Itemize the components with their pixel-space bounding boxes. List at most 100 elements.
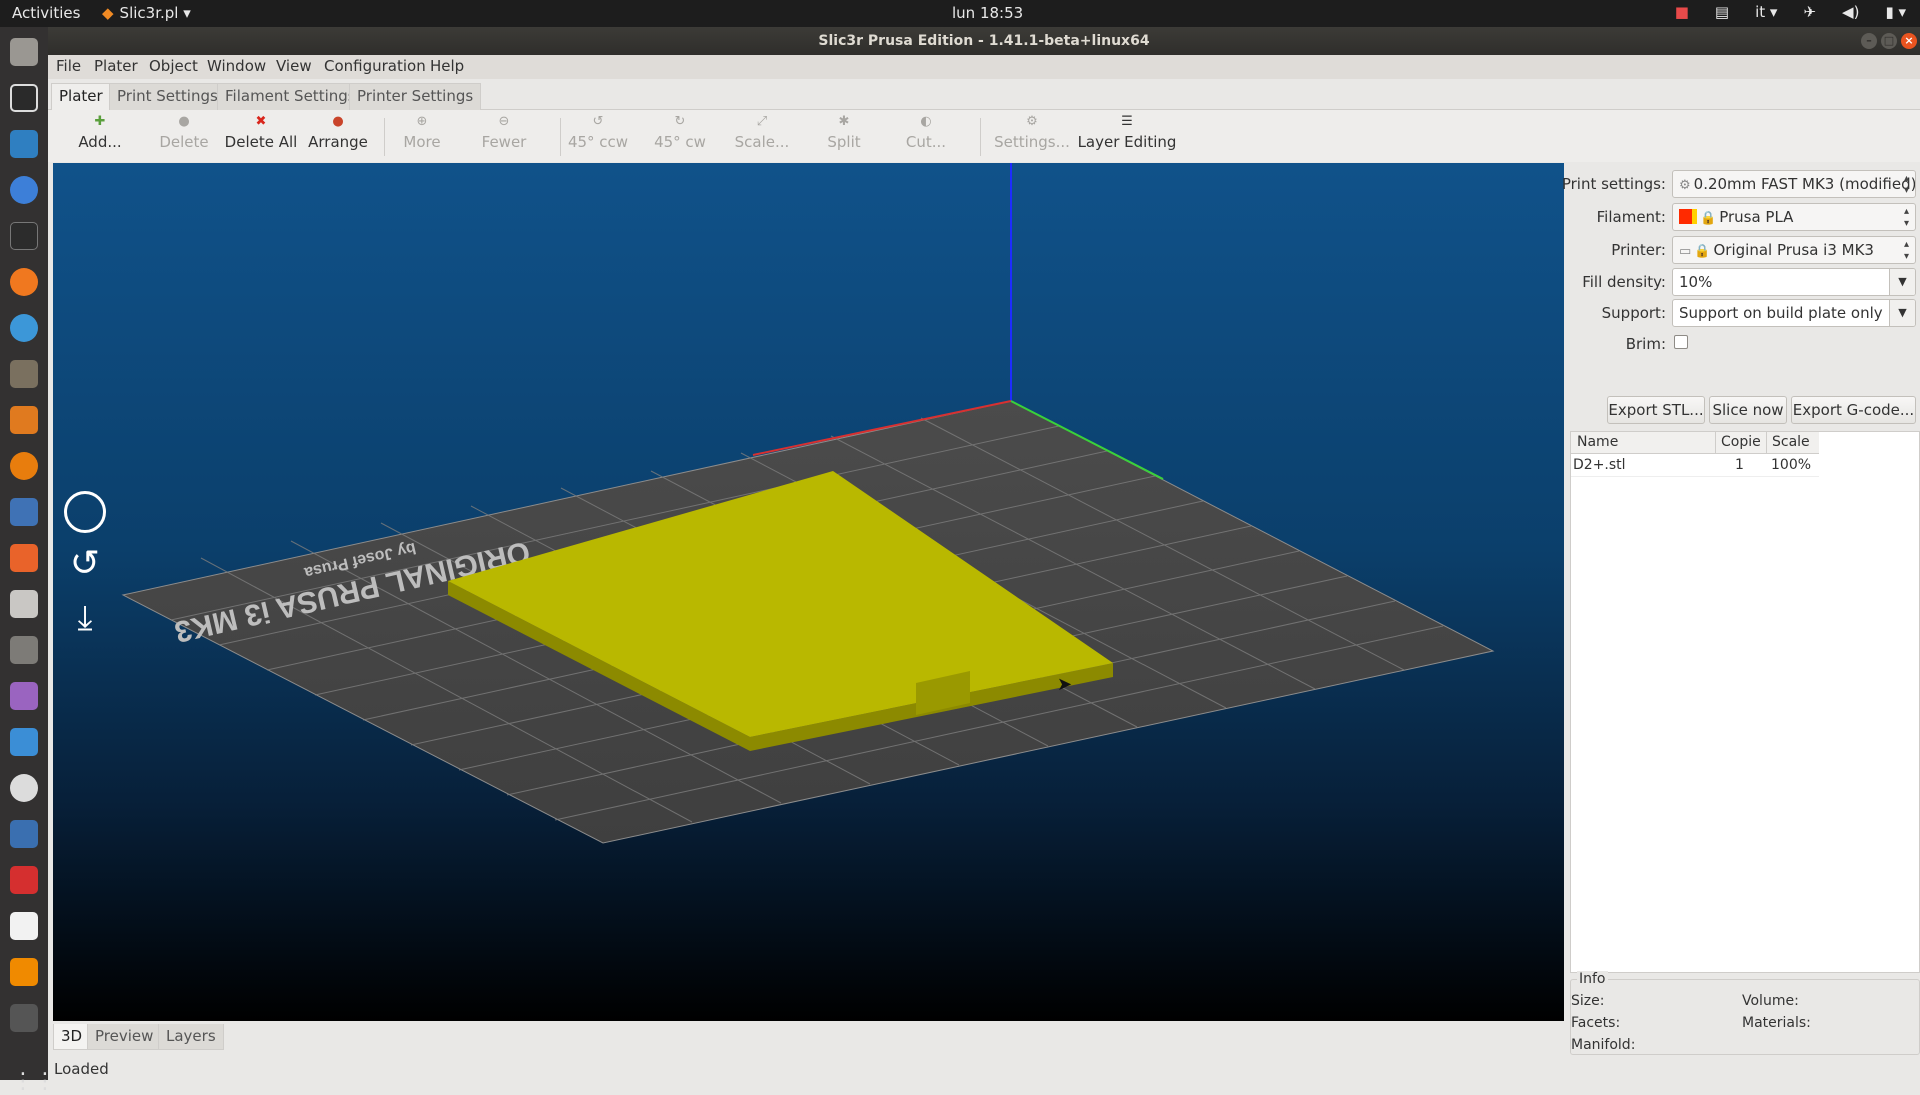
rotate-control-icon[interactable]: ↺ bbox=[66, 545, 104, 583]
fill-density-row: Fill density: 10% ▼ bbox=[1566, 268, 1920, 296]
firefox-icon[interactable] bbox=[10, 268, 38, 296]
text-editor-icon[interactable] bbox=[10, 912, 38, 940]
menu-window[interactable]: Window bbox=[207, 57, 266, 75]
menu-plater[interactable]: Plater bbox=[94, 57, 138, 75]
delete-button[interactable]: ● Delete bbox=[145, 113, 223, 153]
view-tabs: 3D Preview Layers bbox=[48, 1022, 1568, 1052]
spin-arrows-icon: ▴ ▾ bbox=[1903, 173, 1909, 196]
app-menu[interactable]: ◆ Slic3r.pl ▾ bbox=[102, 4, 191, 22]
object-list[interactable]: Name Copie Scale D2+.stl 1 100% bbox=[1570, 431, 1920, 973]
3d-viewport[interactable]: ORIGINAL PRUSA i3 MK3 by Josef Prusa ➤ ↺… bbox=[53, 163, 1564, 1021]
layer-editing-button[interactable]: ☰ Layer Editing bbox=[1071, 113, 1183, 153]
more-button[interactable]: ⊕ More bbox=[383, 113, 461, 153]
cut-button[interactable]: ◐ Cut... bbox=[887, 113, 965, 153]
object-copies: 1 bbox=[1735, 457, 1744, 473]
inkscape-icon[interactable] bbox=[10, 84, 38, 112]
spin-arrows-icon: ▴ ▾ bbox=[1903, 239, 1909, 262]
vlc-icon[interactable] bbox=[10, 958, 38, 986]
support-row: Support: Support on build plate only ▼ bbox=[1566, 299, 1920, 327]
eye-icon[interactable] bbox=[10, 774, 38, 802]
clipboard-icon[interactable]: ▤ bbox=[1715, 3, 1729, 21]
object-list-header: Name Copie Scale bbox=[1571, 432, 1819, 454]
zoom-control-icon[interactable] bbox=[64, 491, 106, 533]
menu-file[interactable]: File bbox=[56, 57, 81, 75]
support-combo[interactable]: Support on build plate only ▼ bbox=[1672, 299, 1916, 327]
writer-icon[interactable] bbox=[10, 130, 38, 158]
draw-icon[interactable] bbox=[10, 406, 38, 434]
column-scale[interactable]: Scale bbox=[1772, 434, 1810, 450]
settings-tool-icon[interactable] bbox=[10, 590, 38, 618]
maximize-icon[interactable]: □ bbox=[1881, 33, 1897, 49]
close-icon[interactable]: × bbox=[1901, 33, 1917, 49]
column-name[interactable]: Name bbox=[1577, 434, 1618, 450]
slic3r-dock-icon[interactable] bbox=[10, 866, 38, 894]
export-stl-button[interactable]: Export STL... bbox=[1607, 396, 1705, 424]
printer-select[interactable]: ▭ 🔒 Original Prusa i3 MK3 ▴ ▾ bbox=[1672, 236, 1916, 264]
terminal-icon[interactable] bbox=[10, 222, 38, 250]
battery-icon[interactable]: ▮ ▾ bbox=[1885, 3, 1906, 21]
table-row[interactable]: D2+.stl 1 100% bbox=[1571, 455, 1819, 477]
minimize-icon[interactable]: – bbox=[1861, 33, 1877, 49]
fill-density-combo[interactable]: 10% ▼ bbox=[1672, 268, 1916, 296]
menu-configuration[interactable]: Configuration bbox=[324, 57, 426, 75]
add-button[interactable]: ✚ Add... bbox=[61, 113, 139, 153]
video-editor-icon[interactable] bbox=[10, 1004, 38, 1032]
airplane-icon[interactable]: ✈ bbox=[1803, 3, 1816, 21]
column-separator bbox=[1766, 432, 1767, 454]
menu-view[interactable]: View bbox=[276, 57, 312, 75]
status-bar: Loaded bbox=[48, 1058, 1920, 1080]
tab-layers[interactable]: Layers bbox=[158, 1024, 224, 1050]
print-settings-select[interactable]: ⚙ 0.20mm FAST MK3 (modified) ▴ ▾ bbox=[1672, 170, 1916, 198]
blender-icon[interactable] bbox=[10, 452, 38, 480]
gimp-icon[interactable] bbox=[10, 360, 38, 388]
impress-icon[interactable] bbox=[10, 498, 38, 526]
chevron-down-icon[interactable]: ▼ bbox=[1889, 300, 1915, 326]
tab-filament-settings[interactable]: Filament Settings bbox=[217, 83, 364, 110]
brim-checkbox[interactable] bbox=[1674, 335, 1688, 349]
editor-icon[interactable] bbox=[10, 314, 38, 342]
lock-icon: 🔒 bbox=[1694, 244, 1711, 259]
app-grid-icon[interactable]: ⋮⋮ bbox=[12, 1071, 56, 1095]
arrange-button[interactable]: ● Arrange bbox=[299, 113, 377, 153]
object-scale: 100% bbox=[1771, 457, 1812, 473]
pan-down-control-icon[interactable]: ⤓ bbox=[66, 597, 104, 639]
tab-3d[interactable]: 3D bbox=[53, 1024, 91, 1050]
virtualbox-icon[interactable] bbox=[10, 820, 38, 848]
export-gcode-button[interactable]: Export G-code... bbox=[1791, 396, 1916, 424]
transfer-icon[interactable] bbox=[10, 728, 38, 756]
volume-icon[interactable]: ◀) bbox=[1842, 3, 1859, 21]
filament-select[interactable]: 🔒 Prusa PLA ▴ ▾ bbox=[1672, 203, 1916, 231]
3d-scene: ORIGINAL PRUSA i3 MK3 by Josef Prusa ➤ bbox=[121, 163, 1495, 844]
delete-all-button[interactable]: ✖ Delete All bbox=[217, 113, 305, 153]
column-copies[interactable]: Copie bbox=[1721, 434, 1761, 450]
tab-printer-settings[interactable]: Printer Settings bbox=[349, 83, 482, 110]
filament-color-swatch-secondary bbox=[1692, 209, 1697, 224]
screen-record-icon[interactable]: ■ bbox=[1675, 3, 1689, 21]
menu-help[interactable]: Help bbox=[430, 57, 464, 75]
scale-button[interactable]: ⤢ Scale... bbox=[723, 113, 801, 153]
rotate-cw-button[interactable]: ↻ 45° cw bbox=[641, 113, 719, 153]
tab-preview[interactable]: Preview bbox=[87, 1024, 162, 1050]
tab-print-settings[interactable]: Print Settings bbox=[109, 83, 226, 110]
activities-button[interactable]: Activities bbox=[12, 4, 80, 22]
software-center-icon[interactable] bbox=[10, 544, 38, 572]
fewer-button[interactable]: ⊖ Fewer bbox=[465, 113, 543, 153]
support-label: Support: bbox=[1601, 304, 1666, 322]
printer-icon: ▭ bbox=[1679, 244, 1692, 259]
info-box: Info Size: Volume: Facets: Materials: Ma… bbox=[1570, 971, 1920, 1055]
slice-now-button[interactable]: Slice now bbox=[1709, 396, 1787, 424]
tab-plater[interactable]: Plater bbox=[51, 83, 111, 111]
chromium-icon[interactable] bbox=[10, 176, 38, 204]
menu-object[interactable]: Object bbox=[149, 57, 198, 75]
rotate-ccw-button[interactable]: ↺ 45° ccw bbox=[559, 113, 637, 153]
media-icon[interactable] bbox=[10, 682, 38, 710]
keyboard-layout[interactable]: it ▾ bbox=[1755, 3, 1777, 21]
object-settings-button[interactable]: ⚙ Settings... bbox=[989, 113, 1075, 153]
more-icon: ⊕ bbox=[416, 114, 428, 129]
files-icon[interactable] bbox=[10, 38, 38, 66]
chevron-down-icon[interactable]: ▼ bbox=[1889, 269, 1915, 295]
info-volume-label: Volume: bbox=[1742, 993, 1799, 1009]
camera-icon[interactable] bbox=[10, 636, 38, 664]
clock[interactable]: lun 18:53 bbox=[952, 4, 1023, 22]
split-button[interactable]: ✱ Split bbox=[805, 113, 883, 153]
